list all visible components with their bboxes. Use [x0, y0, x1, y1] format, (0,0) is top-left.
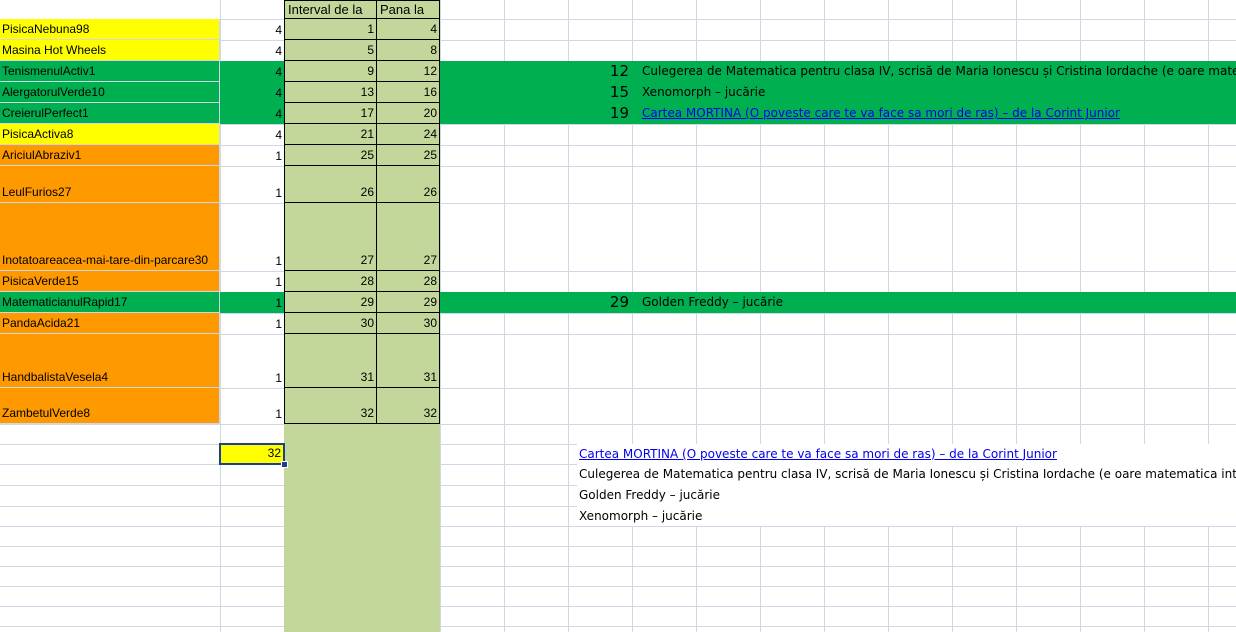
row-gridline — [0, 586, 1236, 587]
participant-name: MatematicianulRapid17 — [2, 295, 128, 309]
participant-name-cell[interactable]: HandbalistaVesela4 — [0, 334, 220, 388]
interval-from-cell[interactable]: 25 — [284, 145, 377, 166]
participant-name: AriciulAbraziv1 — [2, 148, 82, 162]
count-cell[interactable]: 4 — [220, 61, 284, 82]
participant-name-cell[interactable]: PisicaActiva8 — [0, 124, 220, 145]
count-cell[interactable]: 1 — [220, 145, 284, 166]
interval-from-cell[interactable]: 21 — [284, 124, 377, 145]
participant-name: TenismenulActiv1 — [2, 64, 96, 78]
interval-from-cell[interactable]: 29 — [284, 292, 377, 313]
interval-to-cell[interactable]: 29 — [376, 292, 440, 313]
interval-from-cell[interactable]: 30 — [284, 313, 377, 334]
prize-title[interactable]: Xenomorph – jucărie — [640, 82, 1236, 103]
interval-to-cell[interactable]: 30 — [376, 313, 440, 334]
participant-name: AlergatorulVerde10 — [2, 85, 105, 99]
interval-from-cell[interactable]: 32 — [284, 388, 377, 424]
row-gridline — [0, 546, 1236, 547]
row-gridline — [0, 424, 1236, 425]
interval-from-cell[interactable]: 27 — [284, 203, 377, 271]
count-cell[interactable]: 1 — [220, 271, 284, 292]
prize-title-link[interactable]: Cartea MORTINA (O poveste care te va fac… — [640, 103, 1236, 124]
row-gridline — [0, 566, 1236, 567]
prize-list-item[interactable]: Golden Freddy – jucărie — [577, 485, 1236, 506]
interval-to-cell[interactable]: 25 — [376, 145, 440, 166]
participant-name: CreierulPerfect1 — [2, 106, 89, 120]
prize-list-item[interactable]: Xenomorph – jucărie — [577, 506, 1236, 526]
prize-list-item[interactable]: Culegerea de Matematica pentru clasa IV,… — [577, 464, 1236, 485]
interval-to-cell[interactable]: 24 — [376, 124, 440, 145]
header-interval-from: Interval de la — [284, 0, 377, 19]
count-cell[interactable]: 4 — [220, 19, 284, 40]
count-cell[interactable]: 4 — [220, 82, 284, 103]
participant-name-cell[interactable]: AriciulAbraziv1 — [0, 145, 220, 166]
row-gridline — [0, 526, 1236, 527]
participant-name-cell[interactable]: AlergatorulVerde10 — [0, 82, 220, 103]
row-gridline — [0, 606, 1236, 607]
participant-name-cell[interactable]: PisicaNebuna98 — [0, 19, 220, 40]
participant-name: PisicaActiva8 — [2, 127, 74, 141]
count-cell[interactable]: 1 — [220, 388, 284, 424]
header-until: Pana la — [376, 0, 440, 19]
count-cell[interactable]: 1 — [220, 292, 284, 313]
interval-to-cell[interactable]: 12 — [376, 61, 440, 82]
interval-to-cell[interactable]: 32 — [376, 388, 440, 424]
interval-to-cell[interactable]: 27 — [376, 203, 440, 271]
participant-name-cell[interactable]: PandaAcida21 — [0, 313, 220, 334]
participant-name: HandbalistaVesela4 — [2, 370, 109, 384]
participant-name-cell[interactable]: Masina Hot Wheels — [0, 40, 220, 61]
interval-from-cell[interactable]: 31 — [284, 334, 377, 388]
participant-name-cell[interactable]: MatematicianulRapid17 — [0, 292, 220, 313]
interval-from-cell[interactable]: 26 — [284, 166, 377, 203]
prize-number[interactable]: 19 — [568, 103, 632, 124]
interval-to-cell[interactable]: 16 — [376, 82, 440, 103]
interval-from-cell[interactable]: 28 — [284, 271, 377, 292]
prize-number[interactable]: 15 — [568, 82, 632, 103]
row-gridline — [0, 626, 1236, 627]
participant-name: PandaAcida21 — [2, 316, 81, 330]
count-cell[interactable]: 1 — [220, 166, 284, 203]
prize-number[interactable]: 12 — [568, 61, 632, 82]
count-cell[interactable]: 1 — [220, 203, 284, 271]
spreadsheet-grid[interactable]: Interval de la Pana la PisicaNebuna98 4 1 4 Ma… — [0, 0, 1236, 632]
fill-handle[interactable] — [281, 461, 288, 468]
participant-name: ZambetulVerde8 — [2, 406, 91, 420]
prize-list-link[interactable]: Cartea MORTINA (O poveste care te va fac… — [577, 444, 1236, 464]
participant-name-cell[interactable]: PisicaVerde15 — [0, 271, 220, 292]
interval-to-cell[interactable]: 26 — [376, 166, 440, 203]
count-cell[interactable]: 4 — [220, 124, 284, 145]
prize-title[interactable]: Golden Freddy – jucărie — [640, 292, 1236, 313]
interval-from-cell[interactable]: 1 — [284, 19, 377, 40]
interval-to-cell[interactable]: 31 — [376, 334, 440, 388]
interval-from-cell[interactable]: 17 — [284, 103, 377, 124]
interval-to-cell[interactable]: 20 — [376, 103, 440, 124]
prize-number[interactable]: 29 — [568, 292, 632, 313]
count-cell[interactable]: 4 — [220, 103, 284, 124]
interval-from-cell[interactable]: 5 — [284, 40, 377, 61]
participant-name: Masina Hot Wheels — [2, 43, 107, 57]
total-cell-selected[interactable]: 32 — [219, 443, 285, 465]
participant-name-cell[interactable]: LeulFurios27 — [0, 166, 220, 203]
interval-from-cell[interactable]: 9 — [284, 61, 377, 82]
participant-name: Inotatoareacea-mai-tare-din-parcare30 — [2, 253, 209, 267]
interval-to-cell[interactable]: 28 — [376, 271, 440, 292]
interval-to-cell[interactable]: 8 — [376, 40, 440, 61]
participant-name-cell[interactable]: TenismenulActiv1 — [0, 61, 220, 82]
prize-title[interactable]: Culegerea de Matematica pentru clasa IV,… — [640, 61, 1236, 82]
participant-name: PisicaNebuna98 — [2, 22, 90, 36]
count-cell[interactable]: 1 — [220, 313, 284, 334]
participant-name-cell[interactable]: CreierulPerfect1 — [0, 103, 220, 124]
count-cell[interactable]: 1 — [220, 334, 284, 388]
participant-name: PisicaVerde15 — [2, 274, 79, 288]
interval-to-cell[interactable]: 4 — [376, 19, 440, 40]
count-cell[interactable]: 4 — [220, 40, 284, 61]
participant-name-cell[interactable]: Inotatoareacea-mai-tare-din-parcare30 — [0, 203, 220, 271]
participant-name-cell[interactable]: ZambetulVerde8 — [0, 388, 220, 424]
participant-name: LeulFurios27 — [2, 185, 72, 199]
interval-from-cell[interactable]: 13 — [284, 82, 377, 103]
